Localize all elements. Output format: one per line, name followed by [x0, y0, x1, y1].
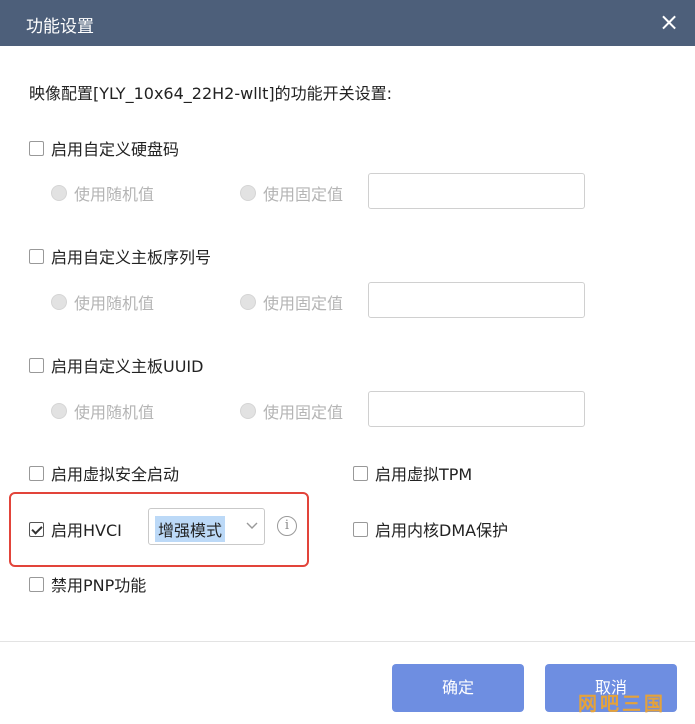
checkbox-checked-icon [29, 521, 44, 537]
checkbox-icon [29, 357, 44, 373]
dma-protection-label: 启用内核DMA保护 [375, 521, 509, 540]
checkbox-icon [29, 576, 44, 592]
intro-text: 映像配置[YLY_10x64_22H2-wllt]的功能开关设置: [29, 84, 392, 103]
board-serial-input[interactable] [368, 282, 585, 318]
hdd-serial-label: 启用自定义硬盘码 [51, 140, 180, 159]
hvci-mode-select[interactable]: 增强模式 [148, 508, 265, 545]
title-bar: 功能设置 × [0, 0, 695, 46]
radio-icon [240, 403, 256, 419]
board-serial-checkbox[interactable]: 启用自定义主板序列号 [29, 244, 211, 268]
board-uuid-label: 启用自定义主板UUID [51, 357, 204, 376]
hvci-label: 启用HVCI [51, 521, 122, 540]
secure-boot-checkbox[interactable]: 启用虚拟安全启动 [29, 461, 179, 485]
hvci-checkbox[interactable]: 启用HVCI [29, 517, 122, 541]
dialog-title: 功能设置 [26, 17, 94, 37]
fixed-label: 使用固定值 [263, 403, 344, 422]
hvci-mode-value: 增强模式 [155, 516, 226, 542]
fixed-label: 使用固定值 [263, 294, 344, 313]
ok-button[interactable]: 确定 [392, 664, 524, 712]
checkbox-icon [29, 465, 44, 481]
radio-icon [240, 185, 256, 201]
secure-boot-label: 启用虚拟安全启动 [51, 465, 180, 484]
checkbox-icon [29, 248, 44, 264]
close-icon[interactable]: × [655, 8, 683, 36]
board-serial-random-radio[interactable]: 使用随机值 [51, 290, 154, 314]
hdd-serial-input[interactable] [368, 173, 585, 209]
board-serial-fixed-radio[interactable]: 使用固定值 [240, 290, 343, 314]
disable-pnp-checkbox[interactable]: 禁用PNP功能 [29, 572, 146, 596]
vtpm-checkbox[interactable]: 启用虚拟TPM [353, 461, 472, 485]
checkbox-icon [29, 140, 44, 156]
fixed-label: 使用固定值 [263, 185, 344, 204]
footer-divider [0, 641, 695, 642]
board-uuid-fixed-radio[interactable]: 使用固定值 [240, 399, 343, 423]
info-icon[interactable]: i [277, 516, 297, 536]
radio-icon [51, 294, 67, 310]
board-uuid-random-radio[interactable]: 使用随机值 [51, 399, 154, 423]
chevron-down-icon [246, 522, 258, 529]
hdd-serial-fixed-radio[interactable]: 使用固定值 [240, 181, 343, 205]
radio-icon [240, 294, 256, 310]
hdd-serial-random-radio[interactable]: 使用随机值 [51, 181, 154, 205]
random-label: 使用随机值 [74, 185, 155, 204]
radio-icon [51, 403, 67, 419]
hdd-serial-checkbox[interactable]: 启用自定义硬盘码 [29, 136, 179, 160]
board-uuid-input[interactable] [368, 391, 585, 427]
board-uuid-checkbox[interactable]: 启用自定义主板UUID [29, 353, 203, 377]
random-label: 使用随机值 [74, 294, 155, 313]
random-label: 使用随机值 [74, 403, 155, 422]
checkbox-icon [353, 465, 368, 481]
board-serial-label: 启用自定义主板序列号 [51, 248, 212, 267]
disable-pnp-label: 禁用PNP功能 [51, 576, 147, 595]
watermark: 网吧三国 [578, 693, 667, 715]
radio-icon [51, 185, 67, 201]
dma-protection-checkbox[interactable]: 启用内核DMA保护 [353, 517, 508, 541]
checkbox-icon [353, 521, 368, 537]
vtpm-label: 启用虚拟TPM [375, 465, 473, 484]
